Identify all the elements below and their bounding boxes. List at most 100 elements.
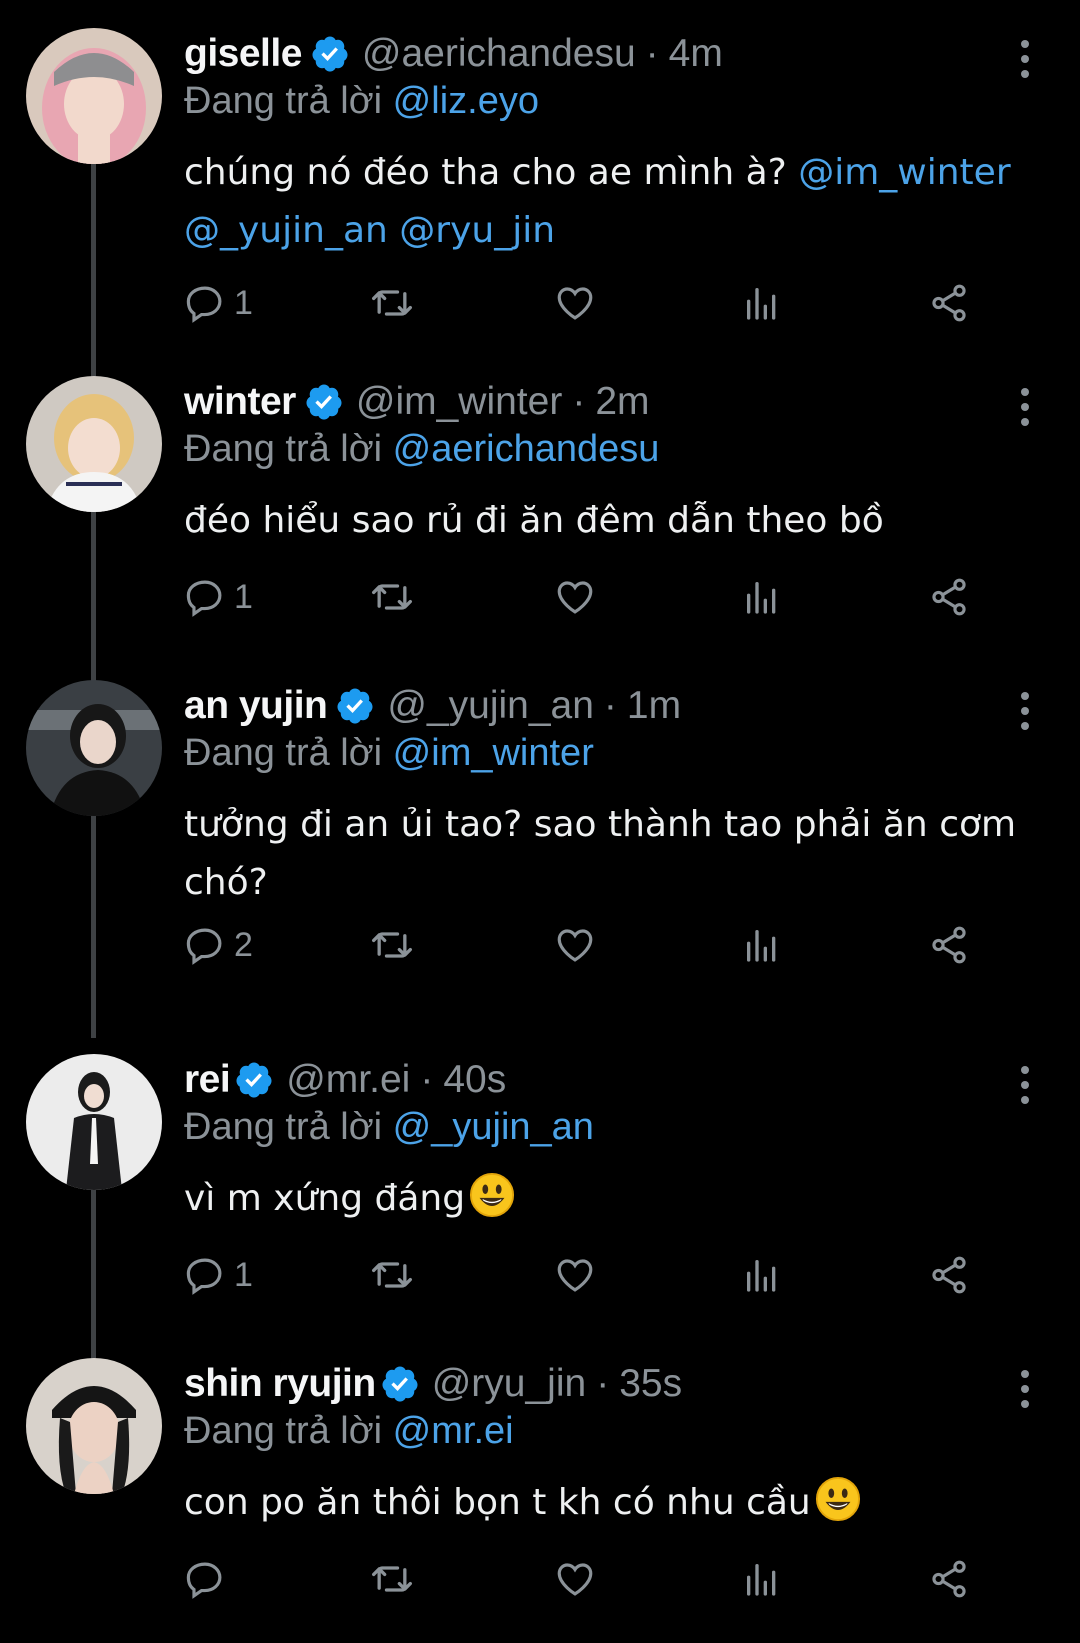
reply-to-mention[interactable]: @aerichandesu xyxy=(393,428,660,470)
retweet-button[interactable] xyxy=(370,1250,414,1300)
tweet-shinryujin[interactable]: shin ryujin @ryu_jin · 35s Đang trả lời … xyxy=(0,1358,1080,1638)
handle[interactable]: @im_winter xyxy=(356,380,562,424)
tweet-text: chúng nó đéo tha cho ae mình à? @im_wint… xyxy=(184,144,1064,260)
replying-label: Đang trả lời xyxy=(184,80,383,122)
reply-icon xyxy=(186,580,222,617)
retweet-button[interactable] xyxy=(370,920,414,970)
timestamp[interactable]: 40s xyxy=(443,1058,506,1102)
more-options-icon[interactable] xyxy=(1010,686,1040,736)
share-button[interactable] xyxy=(928,1250,970,1300)
retweet-button[interactable] xyxy=(370,1554,414,1604)
verified-badge-icon xyxy=(382,1366,418,1402)
display-name[interactable]: winter xyxy=(184,380,296,424)
reply-to-mention[interactable]: @liz.eyo xyxy=(393,80,539,122)
like-button[interactable] xyxy=(554,920,596,970)
handle[interactable]: @aerichandesu xyxy=(362,32,636,76)
action-bar: 1 xyxy=(184,1250,1044,1300)
reply-button[interactable]: 1 xyxy=(184,572,253,622)
retweet-button[interactable] xyxy=(370,572,414,622)
share-icon xyxy=(932,926,966,964)
reply-icon xyxy=(186,928,222,965)
avatar[interactable] xyxy=(26,1054,162,1190)
verified-badge-icon xyxy=(236,1062,272,1098)
like-button[interactable] xyxy=(554,1250,596,1300)
views-button[interactable] xyxy=(742,920,782,970)
text-segment xyxy=(388,210,399,251)
reply-button[interactable]: 2 xyxy=(184,920,253,970)
reply-to-mention[interactable]: @mr.ei xyxy=(393,1410,514,1452)
display-name[interactable]: an yujin xyxy=(184,684,328,728)
share-button[interactable] xyxy=(928,1554,970,1604)
reply-to-mention[interactable]: @im_winter xyxy=(393,732,594,774)
share-button[interactable] xyxy=(928,278,970,328)
share-icon xyxy=(932,578,966,616)
reply-button[interactable]: 1 xyxy=(184,1250,253,1300)
views-button[interactable] xyxy=(742,1250,782,1300)
separator-dot: · xyxy=(420,1058,434,1101)
thread-line xyxy=(91,158,96,398)
reply-to-mention[interactable]: @_yujin_an xyxy=(393,1106,594,1148)
views-icon xyxy=(747,930,776,962)
avatar[interactable] xyxy=(26,28,162,164)
action-bar: 1 xyxy=(184,278,1044,328)
reply-icon xyxy=(186,1562,222,1599)
avatar[interactable] xyxy=(26,680,162,816)
views-button[interactable] xyxy=(742,572,782,622)
text-segment: vì m xứng đáng xyxy=(184,1178,466,1219)
reply-count: 1 xyxy=(234,1255,253,1294)
mention-link[interactable]: @ryu_jin xyxy=(399,210,555,251)
verified-badge-icon xyxy=(312,36,348,72)
views-button[interactable] xyxy=(742,278,782,328)
action-bar: 1 xyxy=(184,572,1044,622)
timestamp[interactable]: 2m xyxy=(595,380,649,424)
timestamp[interactable]: 4m xyxy=(669,32,723,76)
avatar[interactable] xyxy=(26,1358,162,1494)
like-icon xyxy=(557,929,593,962)
mention-link[interactable]: @im_winter xyxy=(798,152,1010,193)
more-options-icon[interactable] xyxy=(1010,1060,1040,1110)
tweet-winter[interactable]: winter @im_winter · 2m Đang trả lời @aer… xyxy=(0,376,1080,696)
share-button[interactable] xyxy=(928,920,970,970)
retweet-icon xyxy=(372,1566,412,1592)
retweet-icon xyxy=(372,932,412,958)
action-bar xyxy=(184,1554,1044,1604)
reply-button[interactable]: 1 xyxy=(184,278,253,328)
text-segment: con po ăn thôi bọn t kh có nhu cầu xyxy=(184,1482,811,1523)
views-icon xyxy=(747,1260,776,1292)
views-button[interactable] xyxy=(742,1554,782,1604)
tweet-rei[interactable]: rei @mr.ei · 40s Đang trả lời @_yujin_an… xyxy=(0,1054,1080,1370)
share-button[interactable] xyxy=(928,572,970,622)
display-name[interactable]: rei xyxy=(184,1058,231,1102)
display-name[interactable]: shin ryujin xyxy=(184,1362,376,1406)
more-options-icon[interactable] xyxy=(1010,382,1040,432)
timestamp[interactable]: 35s xyxy=(619,1362,682,1406)
share-icon xyxy=(932,284,966,322)
replying-to: Đang trả lời @im_winter xyxy=(184,732,594,775)
timestamp[interactable]: 1m xyxy=(627,684,681,728)
text-segment: tưởng đi an ủi tao? sao thành tao phải ă… xyxy=(184,804,1017,903)
retweet-icon xyxy=(372,1262,412,1288)
reply-count: 1 xyxy=(234,577,253,616)
tweet-text: tưởng đi an ủi tao? sao thành tao phải ă… xyxy=(184,796,1064,912)
more-options-icon[interactable] xyxy=(1010,34,1040,84)
tweet-text: con po ăn thôi bọn t kh có nhu cầu xyxy=(184,1474,1064,1532)
thread-line xyxy=(91,506,96,696)
tweet-giselle[interactable]: giselle @aerichandesu · 4m Đang trả lời … xyxy=(0,28,1080,398)
more-options-icon[interactable] xyxy=(1010,1364,1040,1414)
handle[interactable]: @mr.ei xyxy=(286,1058,410,1102)
tweet-text: đéo hiểu sao rủ đi ăn đêm dẫn theo bồ xyxy=(184,492,1064,550)
replying-label: Đang trả lời xyxy=(184,1410,383,1452)
reply-button[interactable] xyxy=(184,1554,234,1604)
handle[interactable]: @ryu_jin xyxy=(432,1362,586,1406)
like-button[interactable] xyxy=(554,572,596,622)
avatar[interactable] xyxy=(26,376,162,512)
handle[interactable]: @_yujin_an xyxy=(387,684,594,728)
text-segment: chúng nó đéo tha cho ae mình à? xyxy=(184,152,799,193)
retweet-button[interactable] xyxy=(370,278,414,328)
mention-link[interactable]: @_yujin_an xyxy=(184,210,388,251)
replying-to: Đang trả lời @aerichandesu xyxy=(184,428,659,471)
like-button[interactable] xyxy=(554,1554,596,1604)
like-button[interactable] xyxy=(554,278,596,328)
display-name[interactable]: giselle xyxy=(184,32,302,76)
tweet-anyujin[interactable]: an yujin @_yujin_an · 1m Đang trả lời @i… xyxy=(0,680,1080,1038)
